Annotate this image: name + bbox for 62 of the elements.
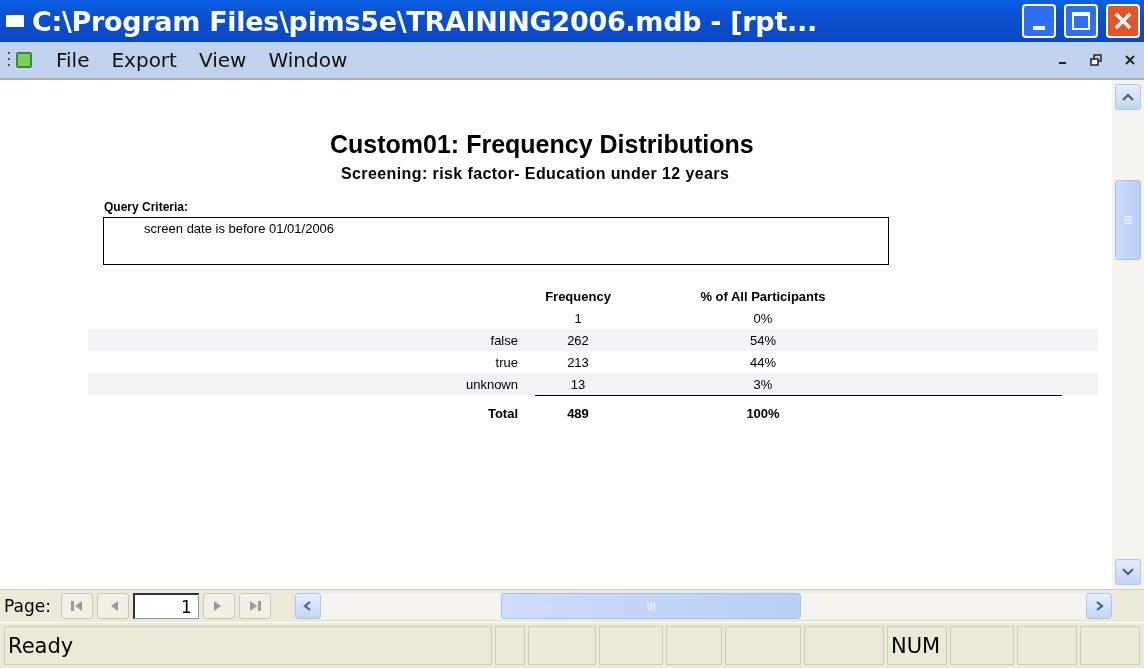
status-pane xyxy=(666,626,722,665)
close-button[interactable] xyxy=(1106,4,1140,38)
menu-item[interactable]: File xyxy=(56,48,90,72)
scroll-left-button[interactable] xyxy=(294,593,321,619)
status-pane xyxy=(1080,626,1140,665)
total-label: Total xyxy=(487,405,518,421)
total-percent: 100% xyxy=(746,405,780,421)
scroll-thumb[interactable] xyxy=(1115,180,1141,260)
window-icon xyxy=(6,15,24,27)
page-number-field[interactable]: 1 xyxy=(132,593,199,619)
percent-value: 54% xyxy=(750,332,776,348)
frequency-value: 13 xyxy=(570,376,586,392)
total-frequency: 489 xyxy=(567,405,589,421)
minimize-icon xyxy=(1033,26,1045,30)
next-page-button[interactable] xyxy=(202,593,235,619)
previous-page-button[interactable] xyxy=(96,593,129,619)
criteria-text: screen date is before 01/01/2006 xyxy=(144,221,335,236)
column-header: Frequency xyxy=(544,288,612,304)
book-icon xyxy=(8,50,34,70)
status-pane xyxy=(495,626,525,665)
frequency-value: 1 xyxy=(574,310,582,326)
maximize-icon xyxy=(1071,11,1091,31)
restore-icon[interactable] xyxy=(1090,54,1102,66)
last-page-button[interactable] xyxy=(238,593,271,619)
scroll-thumb[interactable] xyxy=(500,593,801,619)
status-message: Ready xyxy=(4,626,492,665)
scroll-up-button[interactable] xyxy=(1115,84,1141,110)
last-icon xyxy=(247,599,262,613)
percent-value: 0% xyxy=(753,310,773,326)
percent-value: 3% xyxy=(753,376,773,392)
scroll-down-button[interactable] xyxy=(1115,559,1141,585)
caret-icon xyxy=(1122,567,1134,577)
page-label: Page: xyxy=(4,596,51,616)
horizontal-scrollbar[interactable] xyxy=(294,593,1112,619)
menu-item[interactable]: Export xyxy=(111,48,177,72)
status-pane xyxy=(599,626,663,665)
frequency-value: 262 xyxy=(567,332,589,348)
frequency-value: 213 xyxy=(567,354,589,370)
close-icon xyxy=(1113,11,1133,31)
criteria-label: Query Criteria: xyxy=(104,200,190,214)
report-title: Custom01: Frequency Distributions xyxy=(330,130,754,159)
menu-item[interactable]: View xyxy=(198,48,247,72)
first-page-button[interactable] xyxy=(60,593,93,619)
row-label: unknown xyxy=(465,376,518,392)
first-icon xyxy=(69,599,84,613)
status-indicator: NUM xyxy=(887,626,947,665)
close-icon[interactable] xyxy=(1124,54,1136,66)
row-label: true xyxy=(495,354,518,370)
status-pane xyxy=(950,626,1014,665)
scroll-right-button[interactable] xyxy=(1086,593,1112,619)
column-header: % of All Participants xyxy=(699,288,827,304)
status-pane xyxy=(1017,626,1077,665)
menu-item[interactable]: Window xyxy=(268,48,348,72)
window-title: C:\Program Files\pims5e\TRAINING2006.mdb - [rpt... xyxy=(32,5,818,37)
percent-value: 44% xyxy=(750,354,776,370)
report-subtitle: Screening: risk factor- Education under 12 years xyxy=(341,165,730,183)
caret-icon xyxy=(1122,92,1134,102)
minimize-button[interactable] xyxy=(1022,4,1056,38)
vertical-scrollbar[interactable] xyxy=(1112,80,1144,589)
status-pane xyxy=(528,626,596,665)
row-label: false xyxy=(490,332,518,348)
maximize-button[interactable] xyxy=(1064,4,1098,38)
